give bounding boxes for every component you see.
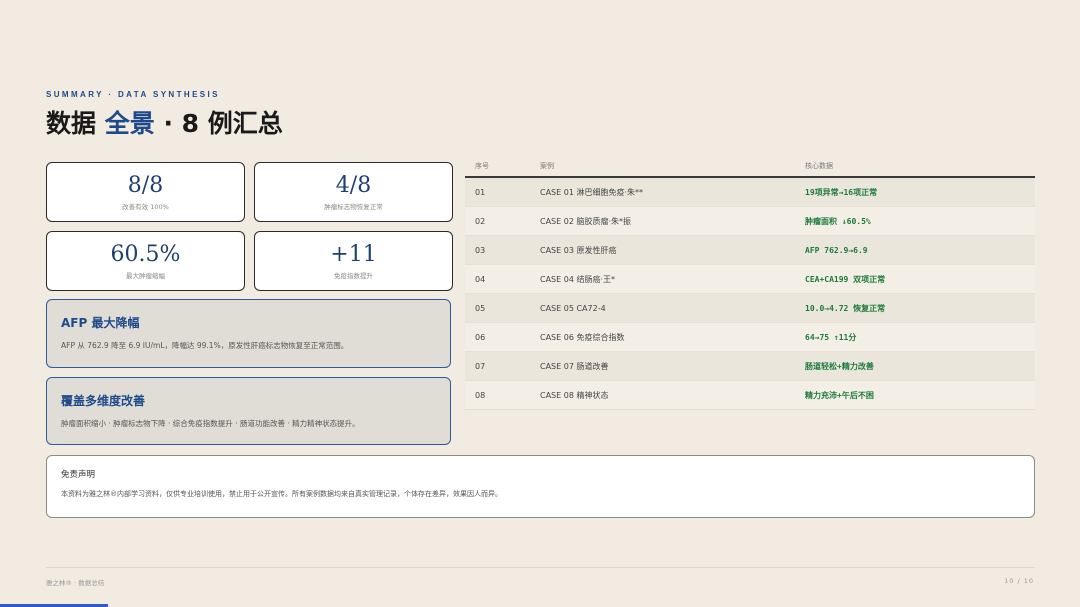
stat-value: 60.5% — [110, 242, 181, 267]
cell-core-data: 精力充沛+午后不困 — [805, 390, 874, 400]
cell-case: CASE 08 精神状态 — [540, 390, 609, 400]
cell-core-data: AFP 762.9→6.9 — [805, 245, 868, 255]
cell-core-data: 19项异常→16项正常 — [805, 187, 878, 197]
table-header: 序号 案例 核心数据 — [465, 155, 1035, 178]
page-number: 10 / 10 — [1004, 577, 1034, 585]
table-row: 07 CASE 07 肠道改善 肠道轻松+精力改善 — [465, 352, 1035, 381]
cell-index: 02 — [475, 216, 486, 226]
highlight-title: 覆盖多维度改善 — [61, 394, 146, 408]
cell-case: CASE 07 肠道改善 — [540, 361, 609, 371]
cell-index: 07 — [475, 361, 486, 371]
cell-index: 05 — [475, 303, 486, 313]
highlight-title: AFP 最大降幅 — [61, 316, 140, 330]
cell-core-data: 10.0→4.72 恢复正常 — [805, 303, 886, 313]
highlight-afp: AFP 最大降幅 AFP 从 762.9 降至 6.9 IU/mL，降幅达 99… — [46, 299, 451, 368]
table-body: 01 CASE 01 淋巴细胞免疫·朱** 19项异常→16项正常 02 CAS… — [465, 178, 1035, 410]
cell-core-data: CEA+CA199 双项正常 — [805, 274, 886, 284]
stat-card-improvement: 8/8 改善有效 100% — [46, 162, 245, 222]
title-accent: 全景 — [104, 109, 155, 138]
cell-core-data: 肠道轻松+精力改善 — [805, 361, 874, 371]
disclaimer-text: 本资料为雅之林®内部学习资料，仅供专业培训使用，禁止用于公开宣传。所有案例数据均… — [61, 490, 502, 498]
stat-label: 肿瘤标志物恢复正常 — [324, 203, 383, 211]
title-suffix: · 8 例汇总 — [154, 109, 283, 138]
case-table: 序号 案例 核心数据 01 CASE 01 淋巴细胞免疫·朱** 19项异常→1… — [465, 155, 1035, 410]
table-row: 04 CASE 04 结肠癌·王* CEA+CA199 双项正常 — [465, 265, 1035, 294]
footer-divider — [46, 567, 1035, 568]
stat-value: 4/8 — [335, 173, 372, 198]
disclaimer-title: 免责声明 — [61, 470, 96, 480]
cell-case: CASE 04 结肠癌·王* — [540, 274, 615, 284]
section-eyebrow: SUMMARY · DATA SYNTHESIS — [46, 90, 220, 99]
table-row: 01 CASE 01 淋巴细胞免疫·朱** 19项异常→16项正常 — [465, 178, 1035, 207]
cell-index: 08 — [475, 390, 486, 400]
cell-case: CASE 01 淋巴细胞免疫·朱** — [540, 187, 643, 197]
stat-label: 改善有效 100% — [122, 203, 169, 211]
highlight-multidim: 覆盖多维度改善 肿瘤面积缩小 · 肿瘤标志物下降 · 综合免疫指数提升 · 肠道… — [46, 377, 451, 445]
cell-case: CASE 06 免疫综合指数 — [540, 332, 625, 342]
header-index: 序号 — [475, 161, 489, 170]
cell-case: CASE 02 脑胶质瘤·朱*振 — [540, 216, 631, 226]
table-row: 05 CASE 05 CA72-4 10.0→4.72 恢复正常 — [465, 294, 1035, 323]
header-case: 案例 — [540, 161, 554, 170]
title-prefix: 数据 — [46, 109, 105, 138]
cell-index: 04 — [475, 274, 486, 284]
table-row: 08 CASE 08 精神状态 精力充沛+午后不困 — [465, 381, 1035, 410]
footer-brand: 雅之林® · 数据总结 — [46, 579, 105, 587]
stat-value: +11 — [330, 242, 377, 267]
header-core-data: 核心数据 — [805, 161, 833, 170]
disclaimer-box: 免责声明 本资料为雅之林®内部学习资料，仅供专业培训使用，禁止用于公开宣传。所有… — [46, 455, 1035, 518]
cell-index: 03 — [475, 245, 486, 255]
stat-card-markers: 4/8 肿瘤标志物恢复正常 — [254, 162, 453, 222]
highlight-text: AFP 从 762.9 降至 6.9 IU/mL，降幅达 99.1%，原发性肝癌… — [61, 341, 349, 350]
cell-case: CASE 05 CA72-4 — [540, 303, 606, 313]
stat-value: 8/8 — [127, 173, 164, 198]
cell-core-data: 64→75 ↑11分 — [805, 332, 857, 342]
highlight-text: 肿瘤面积缩小 · 肿瘤标志物下降 · 综合免疫指数提升 · 肠道功能改善 · 精… — [61, 419, 360, 428]
cell-index: 01 — [475, 187, 486, 197]
stat-card-immune: +11 免疫指数提升 — [254, 231, 453, 291]
table-row: 03 CASE 03 原发性肝癌 AFP 762.9→6.9 — [465, 236, 1035, 265]
table-row: 06 CASE 06 免疫综合指数 64→75 ↑11分 — [465, 323, 1035, 352]
cell-case: CASE 03 原发性肝癌 — [540, 245, 617, 255]
cell-index: 06 — [475, 332, 486, 342]
stat-card-tumor-shrink: 60.5% 最大肿瘤缩幅 — [46, 231, 245, 291]
stat-label: 最大肿瘤缩幅 — [126, 272, 165, 280]
cell-core-data: 肿瘤面积 ↓60.5% — [805, 216, 871, 226]
page-title: 数据 全景 · 8 例汇总 — [46, 104, 283, 140]
table-row: 02 CASE 02 脑胶质瘤·朱*振 肿瘤面积 ↓60.5% — [465, 207, 1035, 236]
stat-label: 免疫指数提升 — [334, 272, 373, 280]
